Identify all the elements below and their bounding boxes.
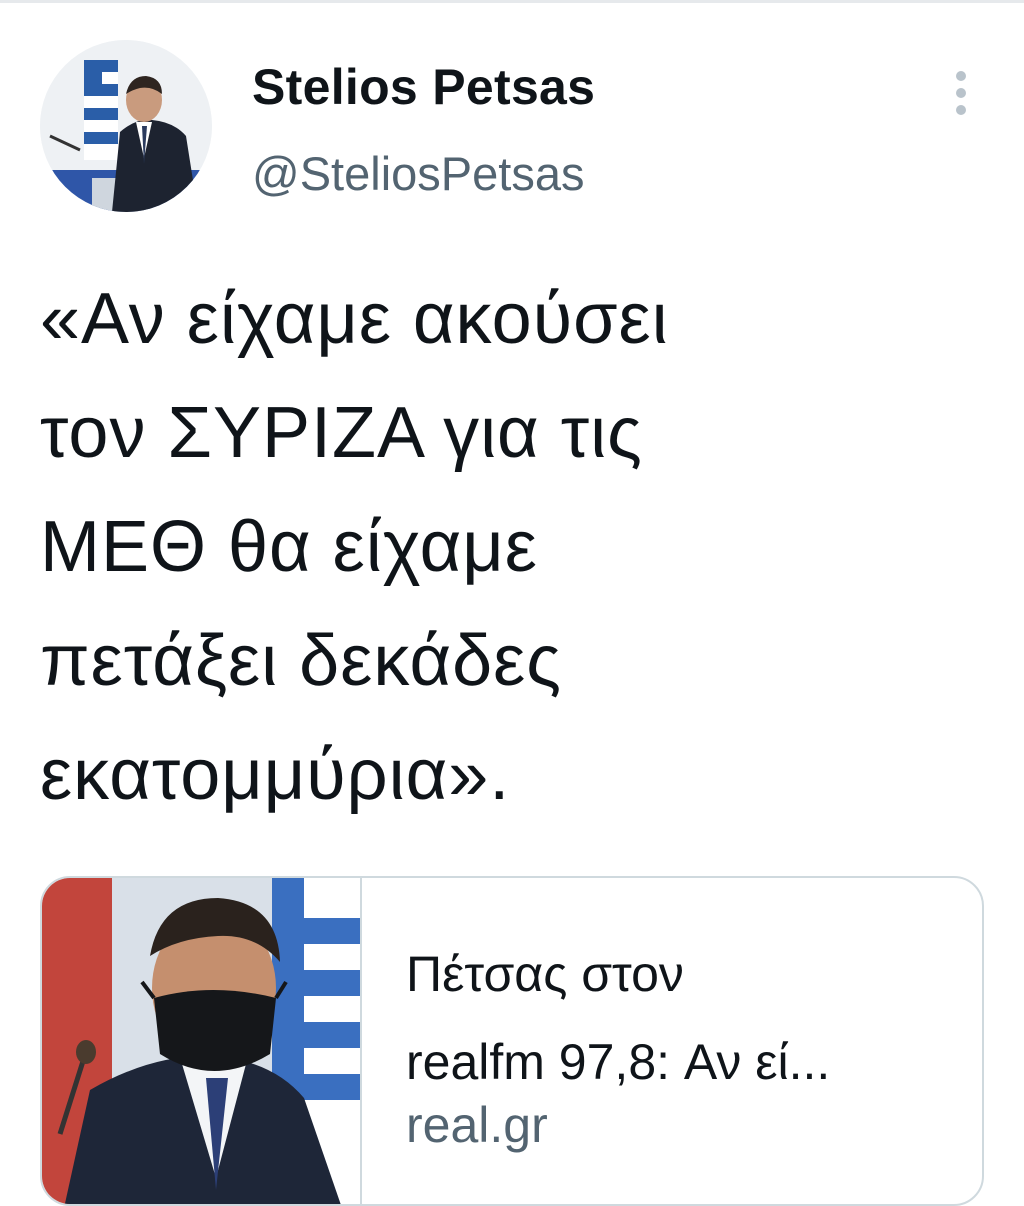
link-card-thumbnail: [42, 878, 362, 1204]
avatar[interactable]: [40, 40, 212, 212]
more-options-button[interactable]: [940, 66, 982, 120]
link-card-title: Πέτσας στον realfm 97,8: Αν εί...: [406, 946, 831, 1090]
tweet-text: «Αν είχαμε ακούσει τον ΣΥΡΙΖΑ για τις ΜΕ…: [40, 279, 669, 815]
link-preview-card[interactable]: Πέτσας στον realfm 97,8: Αν εί... real.g…: [40, 876, 984, 1206]
link-card-domain: real.gr: [406, 1097, 548, 1153]
author-display-name[interactable]: Stelios Petsas: [252, 58, 595, 116]
top-divider: [0, 0, 1024, 3]
vertical-dots-icon: [956, 71, 966, 115]
avatar-photo: [40, 40, 212, 212]
thumbnail-photo: [42, 878, 360, 1204]
author-handle[interactable]: @SteliosPetsas: [252, 146, 584, 201]
